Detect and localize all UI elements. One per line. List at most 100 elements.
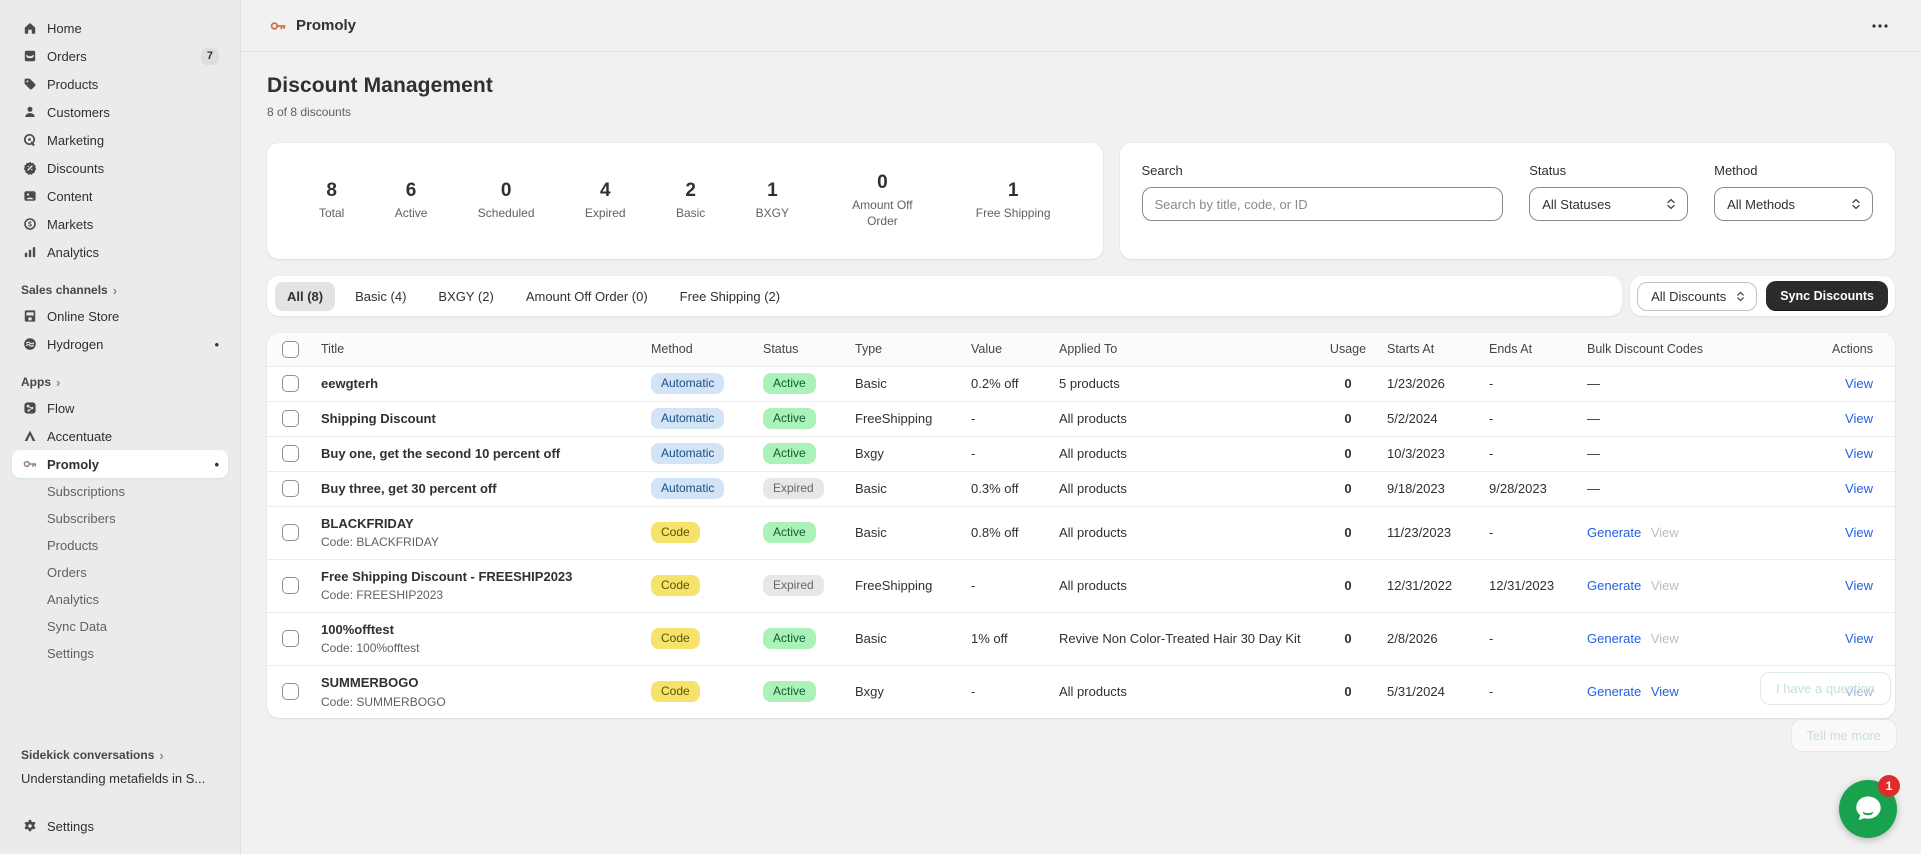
sidebar-item-hydrogen[interactable]: Hydrogen •: [12, 330, 228, 358]
sidebar-subitem-subscriptions[interactable]: Subscriptions: [12, 478, 228, 505]
search-input[interactable]: [1141, 187, 1504, 221]
stat-basic: 2 Basic: [675, 180, 706, 221]
sidebar-subitem-products[interactable]: Products: [12, 532, 228, 559]
sidebar-item-flow[interactable]: Flow: [12, 394, 228, 422]
discount-title: Buy three, get 30 percent off: [321, 480, 497, 496]
row-checkbox[interactable]: [281, 524, 299, 542]
status-badge: Active: [763, 627, 816, 650]
sidebar-item-content[interactable]: Content: [12, 182, 228, 210]
row-checkbox[interactable]: [281, 480, 299, 498]
tab-free-shipping[interactable]: Free Shipping (2): [668, 282, 792, 311]
sidekick-conversation-item[interactable]: Understanding metafields in S...: [12, 767, 228, 790]
view-codes-link[interactable]: View: [1651, 684, 1679, 699]
page-title: Discount Management: [267, 74, 493, 97]
tab-bxgy[interactable]: BXGY (2): [426, 282, 505, 311]
method-select[interactable]: All Methods: [1714, 187, 1873, 221]
sidebar-subitem-sync-data[interactable]: Sync Data: [12, 613, 228, 640]
view-link[interactable]: View: [1845, 578, 1873, 593]
discount-code: Code: BLACKFRIDAY: [321, 535, 439, 550]
chat-prompt-tell-me-more-button[interactable]: Tell me more: [1790, 719, 1897, 752]
tab-amount-off-order[interactable]: Amount Off Order (0): [514, 282, 660, 311]
sidebar-item-products[interactable]: Products: [12, 70, 228, 98]
row-checkbox[interactable]: [281, 630, 299, 648]
discount-title: Free Shipping Discount - FREESHIP2023: [321, 568, 573, 584]
more-options-icon[interactable]: [1867, 19, 1893, 33]
sidebar-subitem-orders[interactable]: Orders: [12, 559, 228, 586]
sidebar-item-settings[interactable]: Settings: [12, 812, 228, 840]
orders-count-badge: 7: [200, 47, 219, 65]
view-link[interactable]: View: [1845, 631, 1873, 646]
discount-scope-select[interactable]: All Discounts: [1637, 281, 1758, 311]
table-row: SUMMERBOGO Code: SUMMERBOGO Code Active …: [267, 665, 1895, 718]
sidebar-item-label: Accentuate: [47, 428, 113, 444]
tab-all[interactable]: All (8): [275, 281, 336, 311]
apps-section[interactable]: Apps ›: [12, 370, 228, 394]
view-link[interactable]: View: [1845, 376, 1873, 391]
row-checkbox[interactable]: [281, 683, 299, 701]
method-badge: Automatic: [651, 477, 725, 500]
view-link[interactable]: View: [1845, 525, 1873, 540]
discount-title: Buy one, get the second 10 percent off: [321, 445, 561, 461]
row-checkbox[interactable]: [281, 445, 299, 463]
sidebar-item-analytics[interactable]: Analytics: [12, 238, 228, 266]
sync-discounts-button[interactable]: Sync Discounts: [1766, 281, 1888, 311]
discount-title: SUMMERBOGO: [321, 674, 419, 690]
sidebar-subitem-settings[interactable]: Settings: [12, 640, 228, 667]
status-badge: Active: [763, 372, 816, 395]
tab-basic[interactable]: Basic (4): [343, 282, 418, 311]
generate-codes-link[interactable]: Generate: [1587, 525, 1641, 540]
discount-title: BLACKFRIDAY: [321, 515, 414, 531]
markets-icon: $: [21, 216, 38, 233]
chat-launcher-button[interactable]: 1: [1839, 775, 1900, 838]
method-filter: Method All Methods: [1714, 163, 1873, 239]
chat-prompt-question-button[interactable]: I have a question: [1759, 672, 1891, 705]
generate-codes-link[interactable]: Generate: [1587, 578, 1641, 593]
discount-value: 0.2% off: [963, 366, 1051, 402]
sidebar-item-markets[interactable]: $ Markets: [12, 210, 228, 238]
method-badge: Automatic: [651, 442, 725, 465]
summary-row: 8 Total 6 Active 0 Scheduled 4 Expired 2 Basi…: [267, 143, 1895, 259]
sales-channels-section[interactable]: Sales channels ›: [12, 278, 228, 302]
sidebar-item-marketing[interactable]: Marketing: [12, 126, 228, 154]
usage-count: 0: [1317, 559, 1379, 613]
sidebar-subitem-subscribers[interactable]: Subscribers: [12, 505, 228, 532]
discount-type: FreeShipping: [847, 401, 963, 437]
usage-count: 0: [1344, 684, 1352, 700]
stat-amount-off-order: 0 Amount Off Order: [852, 172, 913, 228]
svg-text:$: $: [28, 222, 32, 229]
status-select[interactable]: All Statuses: [1529, 187, 1689, 221]
sidebar-item-label: Analytics: [47, 244, 100, 260]
view-link[interactable]: View: [1845, 481, 1873, 496]
promoly-key-icon: [21, 456, 38, 473]
sidebar-item-orders[interactable]: Orders 7: [12, 42, 228, 70]
row-checkbox[interactable]: [281, 375, 299, 393]
app-title: Promoly: [269, 17, 356, 35]
applied-to: All products: [1059, 684, 1127, 700]
sidebar-subitem-analytics[interactable]: Analytics: [12, 586, 228, 613]
row-checkbox[interactable]: [281, 577, 299, 595]
sidebar-item-home[interactable]: Home: [12, 14, 228, 42]
sidebar-item-promoly[interactable]: Promoly •: [12, 450, 228, 478]
column-header-starts-at: Starts At: [1379, 333, 1481, 367]
select-all-checkbox[interactable]: [281, 340, 299, 358]
generate-codes-link[interactable]: Generate: [1587, 631, 1641, 646]
page-subtitle: 8 of 8 discounts: [267, 105, 352, 119]
sidekick-conversations-section[interactable]: Sidekick conversations ›: [12, 743, 228, 767]
tabs-row: All (8) Basic (4) BXGY (2) Amount Off Or…: [267, 276, 1895, 316]
ends-at: -: [1481, 612, 1579, 666]
search-label: Search: [1141, 163, 1183, 178]
sidebar-item-discounts[interactable]: Discounts: [12, 154, 228, 182]
sidebar-item-online-store[interactable]: Online Store: [12, 302, 228, 330]
view-link[interactable]: View: [1845, 446, 1873, 461]
sidebar-item-customers[interactable]: Customers: [12, 98, 228, 126]
column-header-method: Method: [643, 333, 755, 367]
discount-value: 0.3% off: [963, 471, 1051, 507]
starts-at: 10/3/2023: [1379, 436, 1481, 472]
view-link[interactable]: View: [1845, 411, 1873, 426]
sidebar-item-accentuate[interactable]: Accentuate: [12, 422, 228, 450]
row-checkbox[interactable]: [281, 410, 299, 428]
sidebar-item-label: Content: [47, 188, 93, 204]
generate-codes-link[interactable]: Generate: [1587, 684, 1641, 699]
chevron-right-icon: ›: [56, 374, 61, 390]
